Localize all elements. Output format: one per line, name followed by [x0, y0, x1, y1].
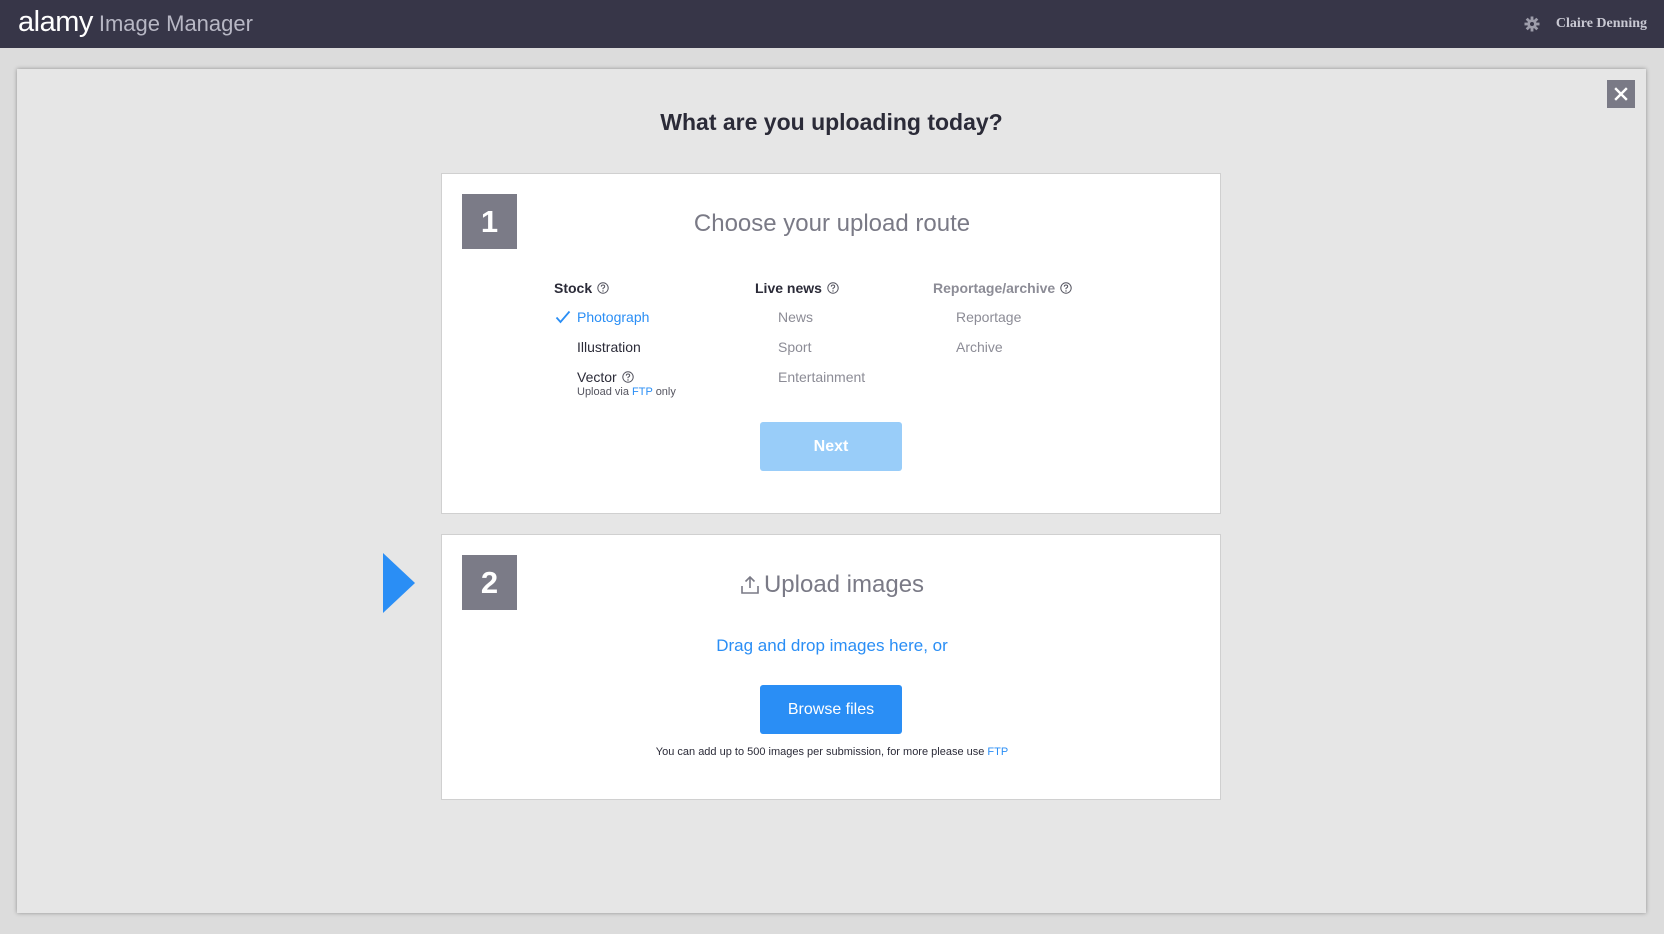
close-icon	[1614, 87, 1628, 101]
help-icon[interactable]	[1060, 282, 1072, 294]
step-title-row: Upload images	[442, 571, 1222, 599]
option-label: News	[778, 309, 814, 325]
option-archive[interactable]: Archive	[933, 332, 1072, 362]
option-photograph[interactable]: Photograph	[554, 302, 676, 332]
limit-note: You can add up to 500 images per submiss…	[442, 746, 1222, 758]
stock-column: Stock Photograph Illustration Vector Upl…	[554, 279, 676, 398]
option-sport[interactable]: Sport	[755, 332, 865, 362]
step-2-panel: 2 Upload images Drag and drop images her…	[441, 534, 1221, 800]
next-button[interactable]: Next	[760, 422, 902, 471]
option-list: News Sport Entertainment	[755, 302, 865, 392]
checkmark-icon	[555, 310, 571, 324]
help-icon[interactable]	[622, 371, 634, 383]
current-step-arrow-icon	[383, 553, 415, 613]
brand-logo: alamy	[18, 6, 93, 38]
limit-note-text: You can add up to 500 images per submiss…	[655, 746, 985, 758]
option-label: Reportage	[956, 309, 1022, 325]
gear-icon[interactable]	[1524, 16, 1540, 32]
option-label: Vector	[577, 369, 617, 385]
step-1-panel: 1 Choose your upload route Stock Photogr…	[441, 173, 1221, 514]
option-illustration[interactable]: Illustration	[554, 332, 676, 362]
modal-title: What are you uploading today?	[660, 109, 1003, 135]
drop-zone-text[interactable]: Drag and drop images here, or	[442, 636, 1222, 656]
column-heading: Reportage/archive	[933, 279, 1072, 297]
option-label: Archive	[956, 339, 1003, 355]
column-heading: Stock	[554, 279, 676, 297]
close-button[interactable]	[1607, 80, 1635, 108]
column-heading: Live news	[755, 279, 865, 297]
user-area: Claire Denning	[1524, 16, 1647, 32]
option-label: Entertainment	[778, 369, 866, 385]
option-news[interactable]: News	[755, 302, 865, 332]
option-label: Photograph	[577, 309, 650, 325]
option-reportage[interactable]: Reportage	[933, 302, 1072, 332]
help-icon[interactable]	[827, 282, 839, 294]
live-news-heading: Live news	[755, 280, 822, 296]
reportage-column: Reportage/archive Reportage Archive	[933, 279, 1072, 362]
option-label: Illustration	[577, 339, 641, 355]
option-entertainment[interactable]: Entertainment	[755, 362, 865, 392]
top-bar: alamy Image Manager Claire Denning	[0, 0, 1664, 48]
product-name: Image Manager	[98, 11, 253, 36]
option-vector[interactable]: Vector	[554, 362, 676, 392]
ftp-link[interactable]: FTP	[987, 746, 1008, 758]
brand[interactable]: alamy Image Manager	[18, 6, 253, 42]
live-news-column: Live news News Sport Entertainment	[755, 279, 865, 392]
stock-heading: Stock	[554, 280, 593, 296]
option-label: Sport	[778, 339, 812, 355]
reportage-heading: Reportage/archive	[933, 280, 1056, 296]
help-icon[interactable]	[597, 282, 609, 294]
step-title: Choose your upload route	[693, 210, 971, 237]
option-list: Reportage Archive	[933, 302, 1072, 362]
upload-icon	[741, 575, 759, 594]
option-list: Photograph Illustration Vector Upload vi…	[554, 302, 676, 398]
upload-modal: What are you uploading today? 1 Choose y…	[17, 69, 1646, 913]
browse-files-button[interactable]: Browse files	[760, 685, 902, 734]
user-name[interactable]: Claire Denning	[1556, 16, 1647, 32]
step-title: Upload images	[763, 571, 925, 598]
